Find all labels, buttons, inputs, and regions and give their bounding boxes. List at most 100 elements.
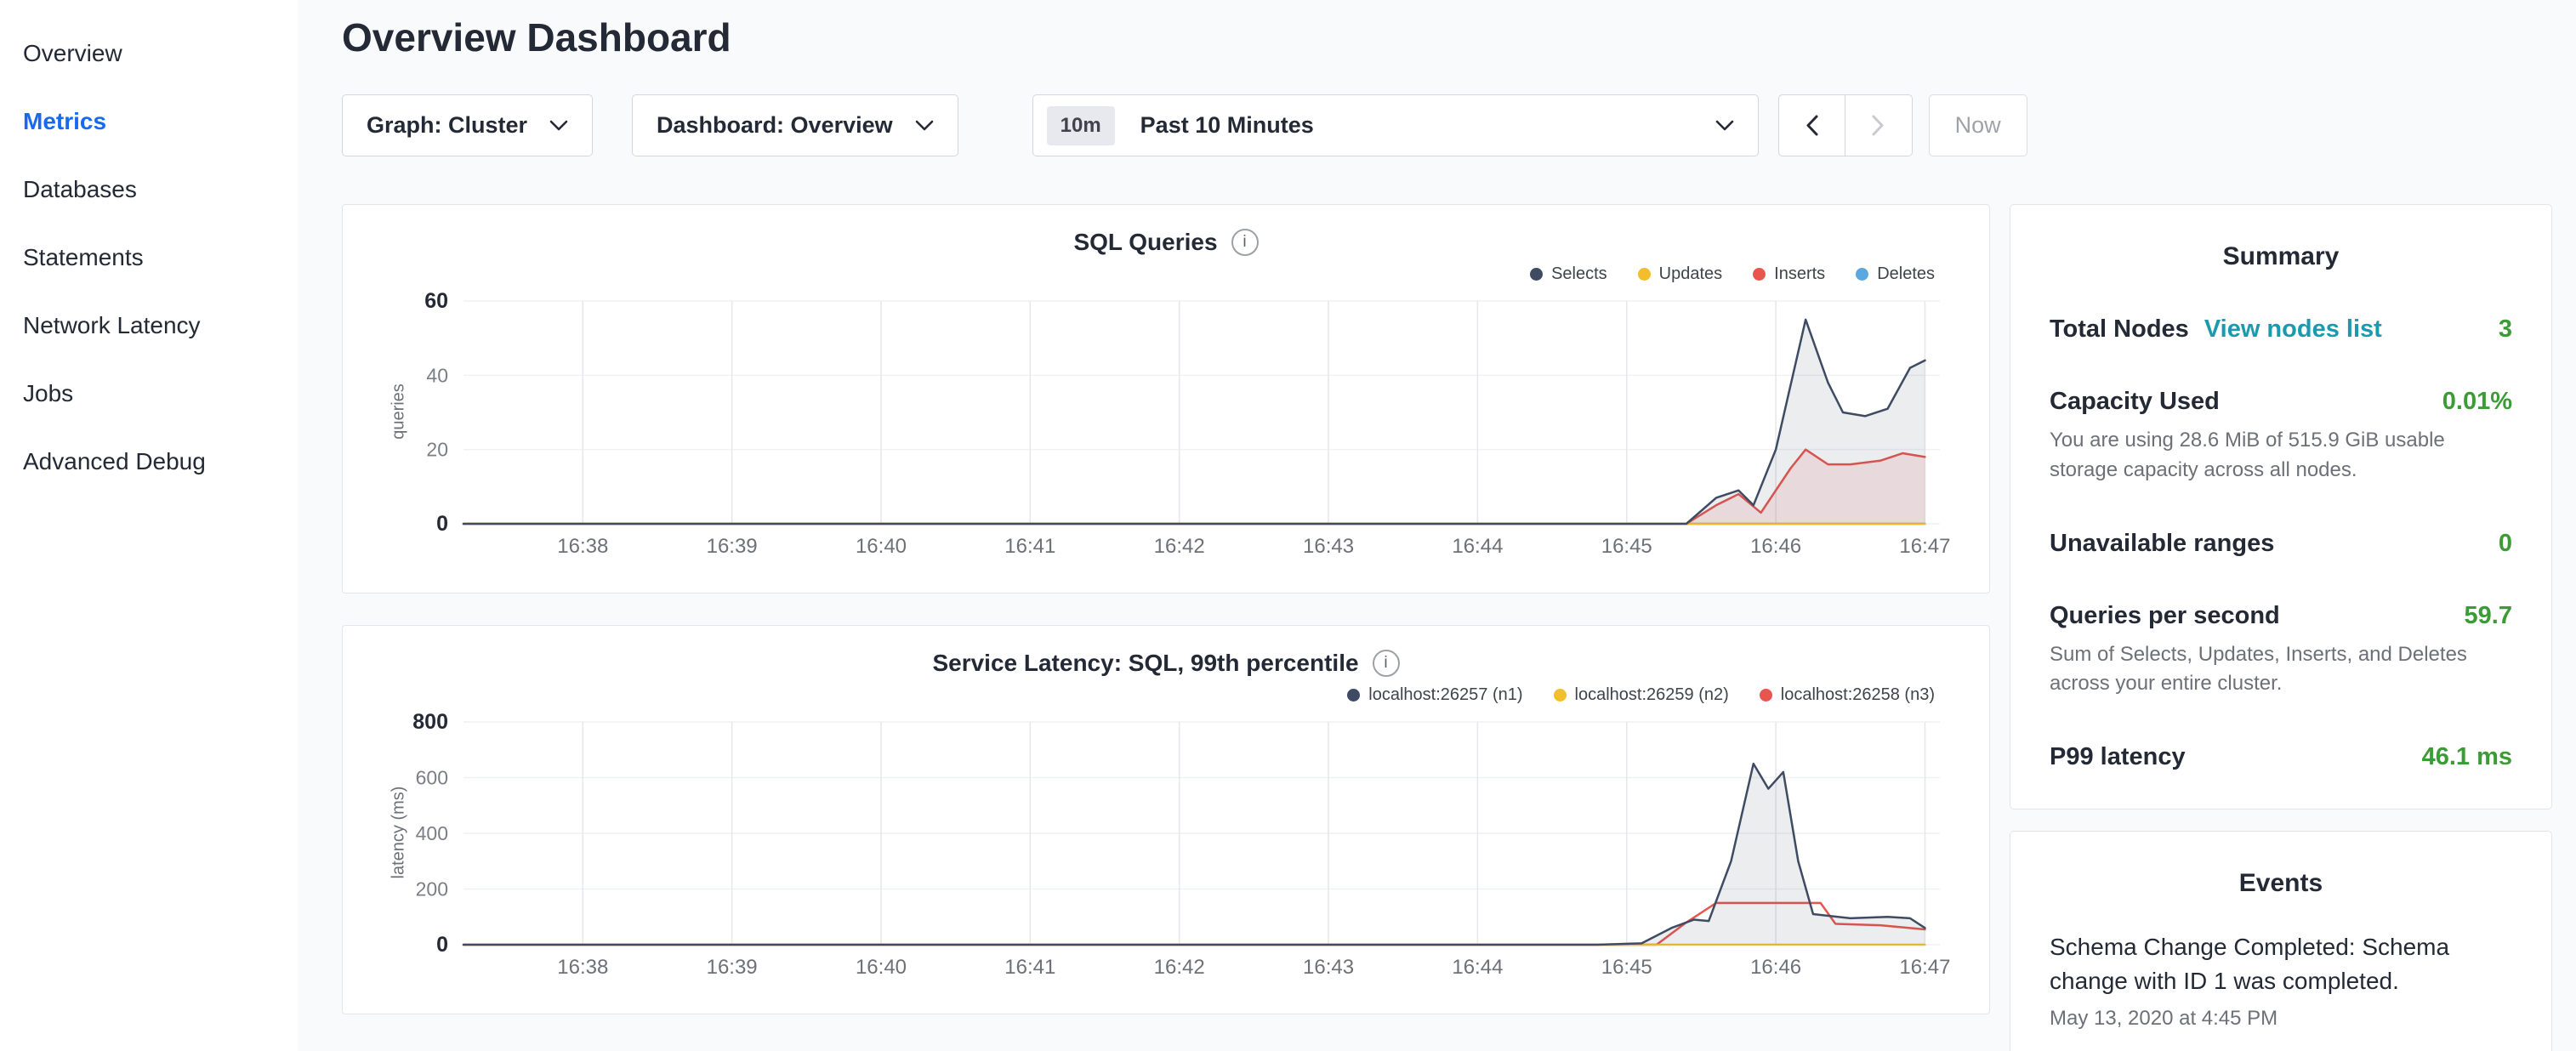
sidebar: OverviewMetricsDatabasesStatementsNetwor… [0, 0, 298, 1051]
svg-text:800: 800 [412, 713, 448, 734]
chart-panel-sql-queries: SQL Queries i Selects Updates Inserts Delet… [342, 204, 1990, 594]
legend-label: localhost:26258 (n3) [1781, 685, 1935, 705]
legend-label: Selects [1551, 264, 1607, 284]
legend-label: localhost:26259 (n2) [1575, 685, 1729, 705]
plot-area: queries 16:3816:3916:4016:4116:4216:4316… [363, 293, 1969, 563]
legend-item[interactable]: Inserts [1753, 264, 1825, 284]
summary-value: 0.01% [2442, 388, 2512, 416]
legend-dot [1856, 268, 1868, 281]
graph-selector-dropdown[interactable]: Graph: Cluster [342, 94, 593, 156]
time-next-button[interactable] [1845, 94, 1913, 156]
event-text: Schema Change Completed: Schema change w… [2050, 930, 2512, 998]
summary-value: 46.1 ms [2422, 743, 2512, 771]
svg-text:16:40: 16:40 [856, 535, 907, 558]
events-title: Events [2050, 869, 2512, 898]
plot-area: latency (ms) 16:3816:3916:4016:4116:4216… [363, 713, 1969, 984]
dashboard-selector-dropdown[interactable]: Dashboard: Overview [632, 94, 958, 156]
side-column: Summary Total NodesView nodes list3Capac… [2010, 204, 2552, 1051]
legend-item[interactable]: Updates [1638, 264, 1723, 284]
chart-legend: localhost:26257 (n1) localhost:26259 (n2)… [363, 685, 1935, 705]
sidebar-item-overview[interactable]: Overview [0, 20, 298, 88]
time-range-dropdown[interactable]: 10m Past 10 Minutes [1032, 94, 1759, 156]
svg-text:16:39: 16:39 [707, 535, 758, 558]
sidebar-nav: OverviewMetricsDatabasesStatementsNetwor… [0, 20, 298, 496]
chart-legend: Selects Updates Inserts Deletes [363, 264, 1935, 284]
summary-row: Capacity Used 0.01% You are using 28.6 MiB… [2050, 388, 2512, 486]
svg-text:16:46: 16:46 [1750, 956, 1801, 979]
info-icon[interactable]: i [1373, 650, 1400, 677]
info-icon[interactable]: i [1231, 229, 1259, 256]
svg-text:16:43: 16:43 [1303, 535, 1354, 558]
summary-rows: Total NodesView nodes list3Capacity Used… [2050, 315, 2512, 771]
svg-text:16:39: 16:39 [707, 956, 758, 979]
time-prev-button[interactable] [1778, 94, 1845, 156]
sidebar-item-jobs[interactable]: Jobs [0, 360, 298, 428]
summary-title: Summary [2050, 242, 2512, 271]
service-latency-plot[interactable]: 16:3816:3916:4016:4116:4216:4316:4416:45… [363, 713, 1970, 984]
svg-text:16:47: 16:47 [1899, 535, 1950, 558]
svg-text:20: 20 [426, 439, 448, 461]
sidebar-item-metrics[interactable]: Metrics [0, 88, 298, 156]
svg-text:0: 0 [436, 933, 448, 957]
legend-label: Inserts [1774, 264, 1825, 284]
summary-label: Total Nodes [2050, 315, 2189, 343]
legend-label: Deletes [1877, 264, 1935, 284]
view-nodes-list-link[interactable]: View nodes list [2204, 315, 2382, 343]
summary-label: Unavailable ranges [2050, 530, 2274, 557]
legend-label: localhost:26257 (n1) [1368, 685, 1522, 705]
sidebar-item-network-latency[interactable]: Network Latency [0, 292, 298, 360]
y-axis-label: queries [390, 383, 409, 440]
summary-description: Sum of Selects, Updates, Inserts, and De… [2050, 640, 2512, 700]
sidebar-item-statements[interactable]: Statements [0, 224, 298, 292]
time-window-badge: 10m [1047, 106, 1115, 145]
summary-row: Queries per second 59.7 Sum of Selects, Up… [2050, 602, 2512, 700]
legend-item[interactable]: localhost:26257 (n1) [1347, 685, 1522, 705]
charts-column: SQL Queries i Selects Updates Inserts Delet… [342, 204, 1990, 1014]
legend-dot [1753, 268, 1766, 281]
chart-title: SQL Queries [1073, 229, 1217, 256]
chart-header: Service Latency: SQL, 99th percentile i [363, 650, 1969, 677]
legend-label: Updates [1659, 264, 1723, 284]
dashboard-selector-label: Dashboard: Overview [657, 112, 893, 139]
svg-text:16:38: 16:38 [557, 535, 608, 558]
summary-label: Queries per second [2050, 602, 2280, 629]
svg-text:40: 40 [426, 364, 448, 386]
chevron-right-icon [1871, 114, 1885, 137]
svg-text:400: 400 [416, 822, 448, 844]
now-button[interactable]: Now [1929, 94, 2027, 156]
chart-panel-service-latency: Service Latency: SQL, 99th percentile i … [342, 625, 1990, 1014]
svg-text:16:44: 16:44 [1452, 535, 1503, 558]
summary-label: Capacity Used [2050, 388, 2220, 415]
summary-row: P99 latency 46.1 ms [2050, 743, 2512, 771]
sidebar-item-advanced-debug[interactable]: Advanced Debug [0, 428, 298, 496]
legend-dot [1760, 689, 1772, 702]
chevron-down-icon [915, 120, 934, 131]
legend-item[interactable]: Selects [1530, 264, 1607, 284]
main-content: Overview Dashboard Graph: Cluster Dashbo… [298, 0, 2576, 1051]
summary-value: 59.7 [2465, 602, 2512, 630]
chart-title: Service Latency: SQL, 99th percentile [932, 650, 1358, 677]
legend-dot [1638, 268, 1651, 281]
time-window-label: Past 10 Minutes [1140, 112, 1314, 139]
summary-row: Unavailable ranges0 [2050, 530, 2512, 558]
summary-description: You are using 28.6 MiB of 515.9 GiB usab… [2050, 426, 2512, 486]
events-list: Schema Change Completed: Schema change w… [2050, 930, 2512, 1031]
summary-label: P99 latency [2050, 743, 2186, 770]
legend-item[interactable]: Deletes [1856, 264, 1935, 284]
svg-text:200: 200 [416, 878, 448, 900]
svg-text:16:42: 16:42 [1154, 956, 1205, 979]
svg-text:16:38: 16:38 [557, 956, 608, 979]
time-step-button-group [1778, 94, 1913, 156]
legend-item[interactable]: localhost:26258 (n3) [1760, 685, 1935, 705]
time-controls: 10m Past 10 Minutes Now [1032, 94, 2027, 156]
sql-queries-plot[interactable]: 16:3816:3916:4016:4116:4216:4316:4416:45… [363, 293, 1970, 563]
content-row: SQL Queries i Selects Updates Inserts Delet… [342, 204, 2552, 1051]
chevron-down-icon [1715, 120, 1734, 131]
event-timestamp: May 13, 2020 at 4:45 PM [2050, 1007, 2512, 1031]
svg-text:16:40: 16:40 [856, 956, 907, 979]
chevron-down-icon [549, 120, 568, 131]
legend-item[interactable]: localhost:26259 (n2) [1554, 685, 1729, 705]
svg-text:16:45: 16:45 [1601, 535, 1652, 558]
sidebar-item-databases[interactable]: Databases [0, 156, 298, 224]
summary-panel: Summary Total NodesView nodes list3Capac… [2010, 204, 2552, 810]
